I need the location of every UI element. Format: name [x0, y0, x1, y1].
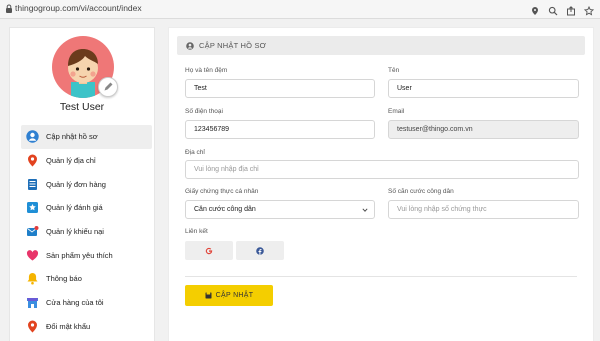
id-type-value: Căn cước công dân — [194, 206, 256, 213]
map-pin-icon — [28, 154, 37, 167]
email-label: Email — [388, 108, 405, 115]
firstname-field[interactable]: User — [388, 79, 579, 98]
page-title: CẬP NHẬT HỒ SƠ — [199, 41, 267, 50]
order-list-icon — [28, 178, 37, 190]
sidebar-item-favorites[interactable]: Sản phẩm yêu thích — [21, 243, 152, 267]
address-label: Địa chỉ — [185, 149, 205, 156]
pencil-icon — [104, 82, 113, 91]
url-text[interactable]: thingogroup.com/vi/account/index — [15, 3, 142, 13]
share-icon[interactable] — [566, 3, 576, 16]
sidebar-item-label: Thông báo — [46, 274, 82, 284]
phone-label: Số điện thoại — [185, 108, 223, 115]
sidebar-item-label: Cửa hàng của tôi — [46, 298, 104, 308]
account-sidebar: Test User Cập nhật hồ sơ Quản lý địa chỉ… — [9, 27, 155, 341]
chevron-down-icon — [362, 208, 368, 212]
phone-field[interactable]: 123456789 — [185, 120, 375, 139]
id-number-field[interactable]: Vui lòng nhập số chứng thực — [388, 200, 579, 219]
sidebar-item-label: Quản lý khiếu nại — [46, 227, 104, 237]
complaint-mail-icon — [27, 226, 39, 237]
user-circle-icon — [26, 130, 39, 144]
sidebar-item-label: Cập nhật hồ sơ — [46, 132, 98, 142]
sidebar-item-change-password[interactable]: Đổi mật khẩu — [21, 315, 152, 339]
email-field: testuser@thingo.com.vn — [388, 120, 579, 139]
id-type-select[interactable]: Căn cước công dân — [185, 200, 375, 219]
sidebar-item-orders[interactable]: Quản lý đơn hàng — [21, 172, 152, 196]
profile-panel: CẬP NHẬT HỒ SƠ Họ và tên đệm Test Tên Us… — [168, 27, 594, 341]
sidebar-item-addresses[interactable]: Quản lý địa chỉ — [21, 149, 152, 173]
save-button[interactable]: CẬP NHẬT — [185, 285, 273, 306]
location-icon[interactable] — [530, 3, 540, 15]
lastname-label: Họ và tên đệm — [185, 67, 228, 74]
save-button-label: CẬP NHẬT — [215, 292, 254, 299]
bookmark-star-icon[interactable] — [583, 3, 595, 16]
sidebar-item-reviews[interactable]: Quản lý đánh giá — [21, 196, 152, 220]
facebook-icon — [256, 246, 264, 255]
sidebar-item-complaints[interactable]: Quản lý khiếu nại — [21, 220, 152, 244]
address-field[interactable]: Vui lòng nhập địa chỉ — [185, 160, 579, 179]
lock-icon — [6, 4, 12, 13]
zoom-icon[interactable] — [548, 3, 558, 16]
form-divider — [185, 276, 577, 277]
account-menu: Cập nhật hồ sơ Quản lý địa chỉ Quản lý đ… — [21, 125, 152, 338]
edit-avatar-button[interactable] — [98, 77, 118, 97]
google-link-button[interactable] — [185, 241, 233, 260]
sidebar-item-label: Quản lý địa chỉ — [46, 156, 96, 166]
key-pin-icon — [28, 320, 37, 333]
id-number-label: Số căn cước công dân — [388, 188, 454, 195]
google-icon — [205, 247, 213, 254]
sidebar-item-label: Sản phẩm yêu thích — [46, 250, 113, 260]
sidebar-item-label: Quản lý đánh giá — [46, 203, 103, 213]
id-type-label: Giấy chứng thực cá nhân — [185, 188, 259, 195]
panel-header: CẬP NHẬT HỒ SƠ — [177, 36, 585, 55]
profile-name: Test User — [59, 101, 105, 113]
save-icon — [205, 292, 212, 299]
store-icon — [27, 298, 38, 309]
browser-address-bar[interactable]: thingogroup.com/vi/account/index — [0, 0, 600, 19]
lastname-field[interactable]: Test — [185, 79, 375, 98]
sidebar-item-label: Đổi mật khẩu — [46, 321, 91, 331]
sidebar-item-update-profile[interactable]: Cập nhật hồ sơ — [21, 125, 152, 149]
facebook-link-button[interactable] — [236, 241, 284, 260]
heart-icon — [26, 249, 39, 261]
bell-icon — [27, 273, 38, 285]
user-circle-icon — [186, 41, 194, 50]
sidebar-item-label: Quản lý đơn hàng — [46, 179, 106, 189]
firstname-label: Tên — [388, 67, 400, 74]
social-link-label: Liên kết — [185, 228, 208, 235]
sidebar-item-my-store[interactable]: Cửa hàng của tôi — [21, 291, 152, 315]
star-review-icon — [27, 202, 38, 214]
sidebar-item-notifications[interactable]: Thông báo — [21, 267, 152, 291]
